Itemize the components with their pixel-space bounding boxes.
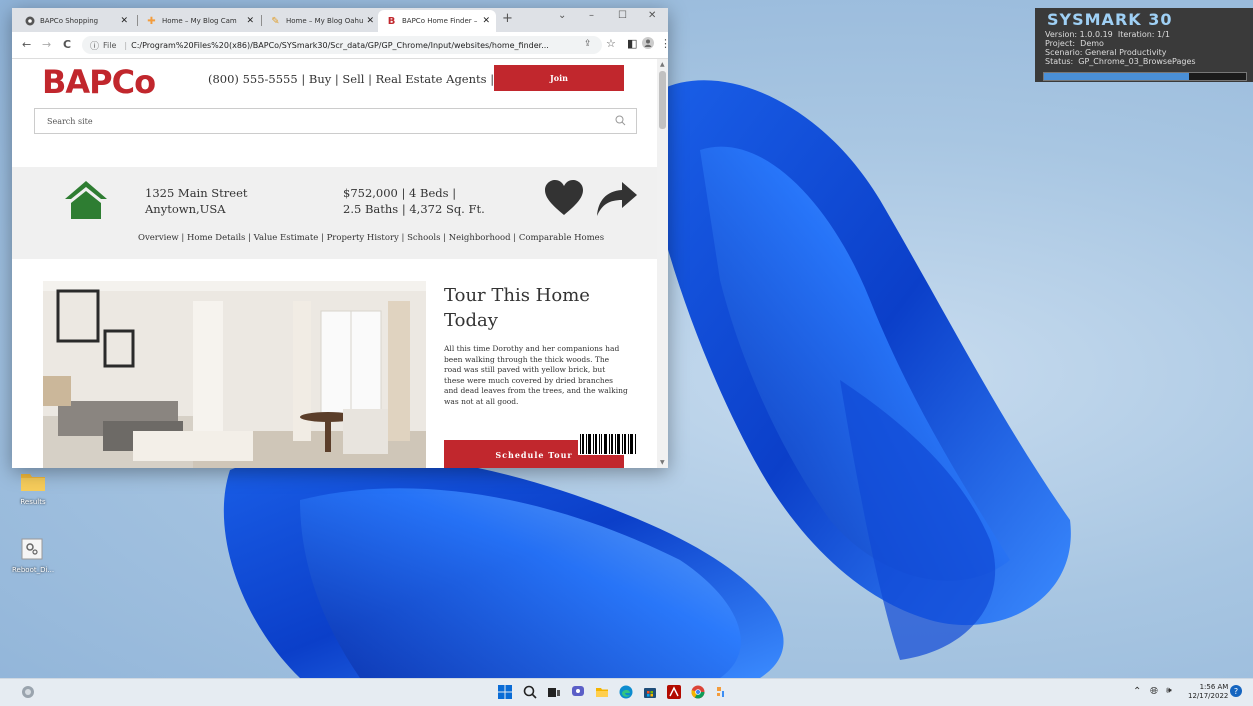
close-tab-icon[interactable]: ✕ xyxy=(366,16,374,26)
tab-blog-oahu[interactable]: ✎ Home – My Blog Oahu ✕ xyxy=(262,10,380,32)
close-window-button[interactable]: ✕ xyxy=(648,10,656,21)
heart-icon[interactable] xyxy=(544,179,584,217)
blog-icon: ✎ xyxy=(271,15,280,27)
tab-strip: BAPCo Shopping ✕ ✚ Home – My Blog Cam ✕ … xyxy=(12,8,668,32)
acrobat-icon[interactable] xyxy=(666,684,682,700)
browser-toolbar: ← → C ⓘ File | C:/Program%20Files%20(x86… xyxy=(12,32,668,59)
url-text: C:/Program%20Files%20(x86)/BAPCo/SYSmark… xyxy=(131,40,549,50)
folder-icon xyxy=(21,474,45,491)
sysmark-title: SYSMARK 30 xyxy=(1047,10,1173,29)
forward-button[interactable]: → xyxy=(42,38,51,51)
edge-icon[interactable] xyxy=(618,684,634,700)
taskbar: ⌃ 🌐︎ 🕪︎ 1:56 AM 12/17/2022 ? xyxy=(0,678,1253,706)
reload-button[interactable]: C xyxy=(63,38,71,51)
minimize-button[interactable]: – xyxy=(589,10,594,21)
home-photo xyxy=(43,281,426,468)
new-tab-button[interactable]: + xyxy=(502,11,513,26)
page-scrollbar[interactable]: ▲ ▼ xyxy=(657,59,668,468)
store-icon[interactable] xyxy=(642,684,658,700)
tab-blog-cam[interactable]: ✚ Home – My Blog Cam ✕ xyxy=(138,10,260,32)
web-page: BAPCo (800) 555-5555 | Buy | Sell | Real… xyxy=(12,59,657,468)
side-panel-icon[interactable]: ◧ xyxy=(627,37,637,50)
close-tab-icon[interactable]: ✕ xyxy=(120,16,128,26)
url-scheme: File xyxy=(103,40,117,50)
network-icon[interactable]: 🌐︎ xyxy=(1150,686,1158,697)
property-subnav[interactable]: Overview | Home Details | Value Estimate… xyxy=(138,233,604,243)
widgets-icon[interactable] xyxy=(20,684,36,700)
sysmark-status-line: Status: GP_Chrome_03_BrowsePages xyxy=(1045,57,1196,66)
search-input[interactable]: Search site xyxy=(34,108,637,134)
search-icon[interactable] xyxy=(522,684,538,700)
maximize-button[interactable]: ☐ xyxy=(618,10,627,21)
system-clock[interactable]: 1:56 AM 12/17/2022 xyxy=(1188,683,1228,701)
desktop-icon-results[interactable]: Results xyxy=(13,470,53,506)
search-icon[interactable] xyxy=(615,115,626,126)
sysmark-overlay: SYSMARK 30 Version: 1.0.0.19 Iteration: … xyxy=(1035,8,1253,82)
share-icon[interactable]: ⇪ xyxy=(584,39,592,49)
chat-icon[interactable] xyxy=(570,684,586,700)
chrome-window: BAPCo Shopping ✕ ✚ Home – My Blog Cam ✕ … xyxy=(12,8,668,468)
desktop-icon-label: Reboot_Di... xyxy=(12,566,55,574)
volume-icon[interactable]: 🕪︎ xyxy=(1166,686,1172,696)
file-explorer-icon[interactable] xyxy=(594,684,610,700)
svg-text:?: ? xyxy=(1234,687,1238,696)
close-tab-icon[interactable]: ✕ xyxy=(482,16,490,26)
search-placeholder: Search site xyxy=(47,116,93,126)
house-icon xyxy=(65,181,107,219)
address-bar[interactable]: ⓘ File | C:/Program%20Files%20(x86)/BAPC… xyxy=(82,36,602,54)
sysmark-progress-bar xyxy=(1043,72,1247,81)
property-address: 1325 Main Street Anytown,USA xyxy=(145,186,248,216)
tab-search-button[interactable]: ⌄ xyxy=(558,10,566,21)
start-icon[interactable] xyxy=(497,684,513,700)
task-view-icon[interactable] xyxy=(546,684,562,700)
share-arrow-icon[interactable] xyxy=(596,181,638,217)
app-icon[interactable] xyxy=(714,684,730,700)
bookmark-star-icon[interactable]: ☆ xyxy=(606,37,616,50)
tour-description: All this time Dorothy and her companions… xyxy=(444,344,628,406)
menu-kebab-icon[interactable]: ⋮ xyxy=(660,37,668,50)
join-button[interactable]: Join xyxy=(494,65,624,91)
chrome-icon xyxy=(24,16,35,27)
property-info-band: 1325 Main Street Anytown,USA $752,000 | … xyxy=(12,167,657,259)
barcode-image xyxy=(578,433,638,455)
back-button[interactable]: ← xyxy=(22,38,31,51)
sysmark-project-line: Project: Demo xyxy=(1045,39,1104,48)
help-badge-icon[interactable]: ? xyxy=(1230,685,1242,697)
info-icon[interactable]: ⓘ xyxy=(90,39,99,52)
desktop-icon-reboot[interactable]: Reboot_Di... xyxy=(12,538,55,574)
property-price-specs: $752,000 | 4 Beds | 2.5 Baths | 4,372 Sq… xyxy=(343,186,485,216)
bapco-icon: B xyxy=(387,15,396,27)
tray-overflow-icon[interactable]: ⌃ xyxy=(1133,686,1141,697)
sysmark-scenario-line: Scenario: General Productivity xyxy=(1045,48,1167,57)
desktop-icon-label: Results xyxy=(20,498,46,506)
tab-bapco-shopping[interactable]: BAPCo Shopping ✕ xyxy=(16,10,134,32)
close-tab-icon[interactable]: ✕ xyxy=(246,16,254,26)
tour-heading: Tour This Home Today xyxy=(444,285,590,331)
blog-icon: ✚ xyxy=(147,15,156,27)
tab-bapco-home-finder[interactable]: B BAPCo Home Finder – ✕ xyxy=(378,10,496,32)
chrome-icon[interactable] xyxy=(690,684,706,700)
top-nav[interactable]: (800) 555-5555 | Buy | Sell | Real Estat… xyxy=(208,72,540,86)
profile-avatar[interactable] xyxy=(642,37,654,52)
scrollbar-thumb[interactable] xyxy=(659,71,666,129)
settings-app-icon xyxy=(21,538,43,560)
bapco-logo[interactable]: BAPCo xyxy=(42,63,156,101)
sysmark-version-line: Version: 1.0.0.19 Iteration: 1/1 xyxy=(1045,30,1170,39)
